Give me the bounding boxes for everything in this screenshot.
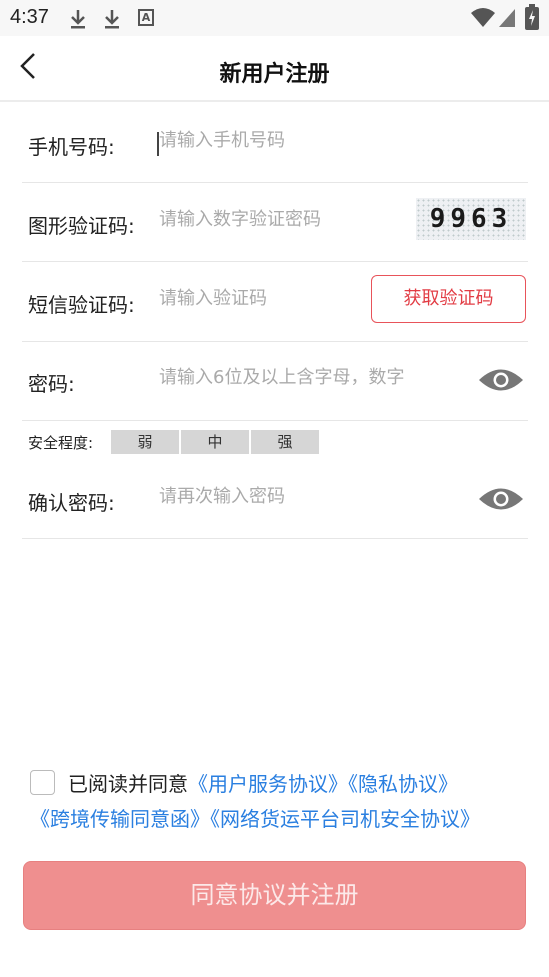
status-time: 4:37 [10,6,49,28]
download-icon [71,10,85,29]
phone-label: 手机号码: [28,135,115,159]
strength-weak: 弱 [111,430,179,454]
strength-label: 安全程度: [28,434,94,452]
download-icon [105,10,119,29]
signal-icon [499,9,515,27]
agreement-line-2: 《跨境传输同意函》《网络货运平台司机安全协议》 [30,803,480,832]
phone-row: 手机号码: [22,103,528,183]
get-code-button[interactable]: 获取验证码 [371,275,526,323]
user-service-agreement-link[interactable]: 《用户服务协议》 [188,772,348,796]
app-header: 新用户注册 [0,36,549,102]
captcha-label: 图形验证码: [28,214,135,238]
sms-row: 短信验证码: 获取验证码 [22,262,528,342]
confirm-password-input[interactable] [159,486,399,507]
agree-and-register-button[interactable]: 同意协议并注册 [23,861,526,930]
strength-medium: 中 [181,430,249,454]
eye-icon[interactable] [478,486,524,512]
strength-strong: 强 [251,430,319,454]
driver-safety-agreement-link[interactable]: 《网络货运平台司机安全协议》 [210,807,480,831]
strength-bars: 弱 中 强 [111,430,319,454]
captcha-text: 9963 [429,204,513,234]
eye-icon[interactable] [478,367,524,393]
sms-code-input[interactable] [159,288,359,309]
status-bar: 4:37 A [0,0,549,36]
sms-label: 短信验证码: [28,293,135,317]
page-title: 新用户注册 [219,62,330,87]
agree-checkbox[interactable] [30,770,55,795]
confirm-password-label: 确认密码: [28,491,115,515]
a-badge-icon: A [138,9,154,26]
captcha-row: 图形验证码: 9963 [22,183,528,262]
password-row: 密码: [22,342,528,421]
password-label: 密码: [28,372,75,396]
wifi-icon [471,8,495,27]
captcha-input[interactable] [159,209,389,230]
battery-charging-icon [525,4,539,30]
captcha-image[interactable]: 9963 [416,198,526,240]
agreement-line-1: 已阅读并同意《用户服务协议》《隐私协议》 [68,768,458,797]
phone-input[interactable] [159,130,439,151]
confirm-password-row: 确认密码: [22,456,528,539]
agreement-prefix: 已阅读并同意 [68,772,188,796]
password-input[interactable] [159,367,459,388]
privacy-agreement-link[interactable]: 《隐私协议》 [348,772,458,796]
cross-border-consent-link[interactable]: 《跨境传输同意函》 [30,807,210,831]
